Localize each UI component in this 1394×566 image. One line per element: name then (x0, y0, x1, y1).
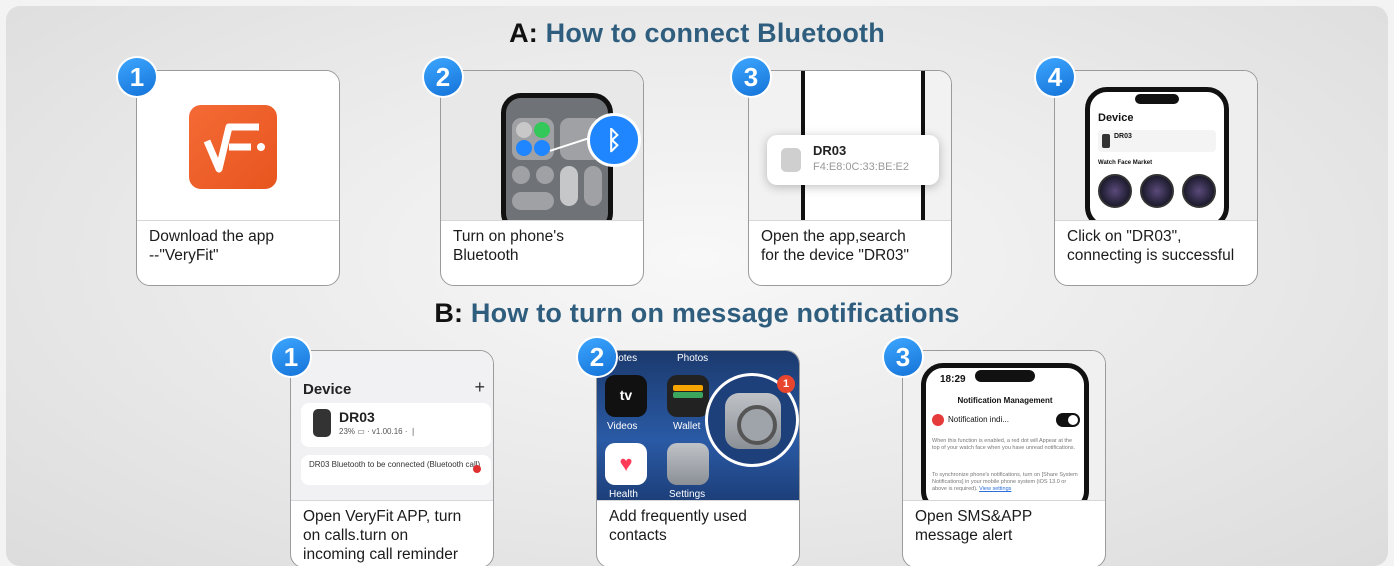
step-a1-badge: 1 (118, 58, 156, 96)
phone-device-screen: Device DR03 Watch Face Market (1085, 87, 1229, 220)
view-settings-link[interactable]: View settings (979, 486, 1011, 492)
bluetooth-small-icon (534, 140, 550, 156)
step-a2-image: ᛒ (441, 71, 643, 221)
bluetooth-icon: ᛒ (587, 113, 641, 167)
section-b-title: B: How to turn on message notifications (0, 298, 1394, 329)
step-b1-card: Device + DR03 23% ▭ · v1.00.16 · ❘ DR03 … (290, 350, 494, 566)
step-b1-badge: 1 (272, 338, 310, 376)
section-b-heading: How to turn on message notifications (470, 298, 960, 328)
notification-indicator-row[interactable]: Notification indi... (932, 412, 1080, 432)
step-a3-badge: 3 (732, 58, 770, 96)
watch-icon (781, 148, 801, 172)
veryfit-app-icon (189, 105, 277, 189)
step-b3-card: 18:29 Notification Management Notificati… (902, 350, 1106, 566)
share-notifications-text: To synchronize phone's notifications, tu… (932, 472, 1078, 492)
alert-dot-icon (473, 465, 481, 473)
section-a-heading: How to connect Bluetooth (545, 18, 885, 48)
step-a2-caption: Turn on phone's Bluetooth (453, 228, 564, 264)
wallet-icon (667, 375, 709, 417)
step-b1-caption: Open VeryFit APP, turn on calls.turn on … (303, 508, 462, 563)
step-a1-image (137, 71, 339, 221)
step-a4-card: Device DR03 Watch Face Market Click on "… (1054, 70, 1258, 286)
section-b-letter: B: (434, 298, 464, 328)
step-a4-image: Device DR03 Watch Face Market (1055, 71, 1257, 221)
health-icon: ♥ (605, 443, 647, 485)
step-a1-card: Download the app --"VeryFit" (136, 70, 340, 286)
step-a1-caption: Download the app --"VeryFit" (149, 228, 274, 264)
bell-icon (932, 414, 944, 426)
device-popup[interactable]: DR03 F4:E8:0C:33:BE:E2 (767, 135, 939, 185)
apple-tv-icon: tv (605, 375, 647, 417)
step-b1-image: Device + DR03 23% ▭ · v1.00.16 · ❘ DR03 … (291, 351, 493, 501)
step-b2-caption: Add frequently used contacts (609, 508, 747, 544)
notification-management-screen: 18:29 Notification Management Notificati… (921, 363, 1089, 500)
step-a3-caption: Open the app,search for the device "DR03… (761, 228, 909, 264)
settings-icon (667, 443, 709, 485)
step-a2-badge: 2 (424, 58, 462, 96)
step-a3-card: DR03 F4:E8:0C:33:BE:E2 Open the app,sear… (748, 70, 952, 286)
step-b2-image: Notes Photos tv Videos Wallet ♥ Health S… (597, 351, 799, 501)
notification-toggle[interactable] (1056, 413, 1080, 427)
step-a3-image: DR03 F4:E8:0C:33:BE:E2 (749, 71, 951, 221)
step-b2-badge: 2 (578, 338, 616, 376)
step-a4-badge: 4 (1036, 58, 1074, 96)
step-b3-badge: 3 (884, 338, 922, 376)
step-b3-caption: Open SMS&APP message alert (915, 508, 1033, 544)
notification-badge-icon: 1 (777, 375, 795, 393)
step-a4-caption: Click on "DR03", connecting is successfu… (1067, 228, 1235, 264)
step-a2-card: ᛒ Turn on phone's Bluetooth (440, 70, 644, 286)
section-a-letter: A: (509, 18, 538, 48)
step-b3-image: 18:29 Notification Management Notificati… (903, 351, 1105, 501)
device-row[interactable]: DR03 23% ▭ · v1.00.16 · ❘ (301, 403, 491, 447)
section-a-title: A: How to connect Bluetooth (0, 18, 1394, 49)
watch-icon (313, 409, 331, 437)
add-device-icon: + (474, 377, 485, 397)
bluetooth-call-note[interactable]: DR03 Bluetooth to be connected (Bluetoot… (301, 455, 491, 485)
step-b2-card: Notes Photos tv Videos Wallet ♥ Health S… (596, 350, 800, 566)
wifi-icon (516, 140, 532, 156)
